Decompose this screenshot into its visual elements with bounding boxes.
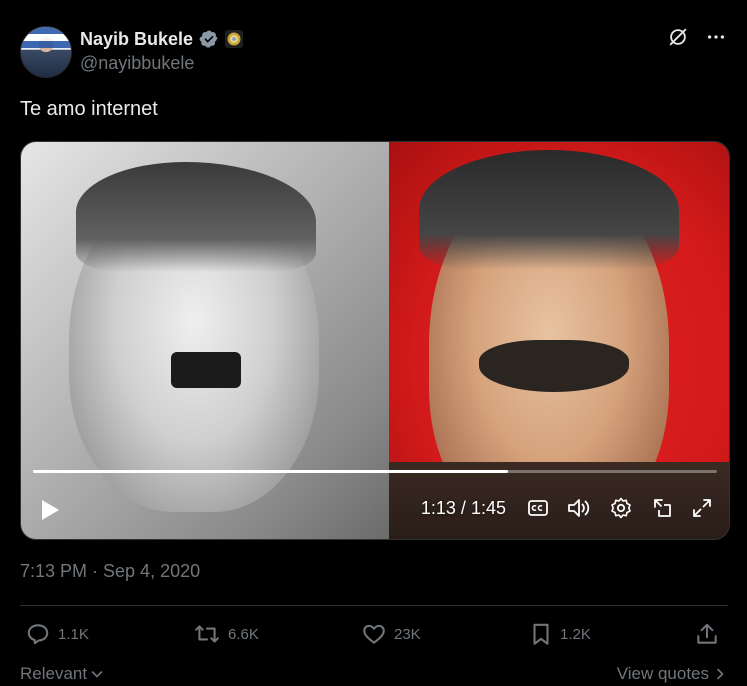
verified-badge-icon — [199, 30, 218, 48]
like-count: 23K — [394, 625, 421, 643]
video-player[interactable]: 1:13 / 1:45 — [20, 141, 730, 540]
author-handle[interactable]: @nayibbukele — [80, 53, 194, 74]
grok-icon[interactable] — [667, 26, 689, 48]
chevron-right-icon — [717, 668, 724, 680]
author-name[interactable]: Nayib Bukele — [80, 29, 193, 50]
volume-icon[interactable] — [566, 497, 592, 519]
author-name-row: Nayib Bukele — [80, 28, 244, 50]
video-progress-fill — [33, 470, 509, 473]
video-duration: 1:45 — [470, 497, 506, 518]
play-icon[interactable] — [39, 498, 61, 522]
tweet-text: Te amo internet — [20, 98, 158, 120]
reply-sort-dropdown[interactable]: Relevant — [20, 664, 104, 684]
bookmark-count: 1.2K — [560, 625, 591, 643]
repost-icon — [195, 625, 219, 643]
video-current-time: 1:13 — [420, 497, 456, 518]
author-avatar[interactable] — [20, 26, 72, 78]
fullscreen-icon[interactable] — [691, 497, 713, 519]
settings-icon[interactable] — [609, 496, 633, 520]
video-controls: 1:13 / 1:45 — [421, 496, 713, 520]
repost-button[interactable]: 6.6K — [192, 621, 259, 647]
tweet-timestamp[interactable]: 7:13 PM · Sep 4, 2020 — [20, 561, 200, 582]
reply-count: 1.1K — [58, 625, 89, 643]
pop-out-icon[interactable] — [650, 496, 674, 520]
chevron-down-icon — [91, 671, 103, 678]
tweet-action-bar: 1.1K 6.6K 23K 1.2K — [20, 621, 728, 651]
share-button[interactable] — [694, 621, 720, 647]
view-quotes-label: View quotes — [616, 664, 709, 683]
share-icon — [697, 623, 717, 644]
like-icon — [363, 624, 385, 644]
view-quotes-link[interactable]: View quotes — [617, 664, 725, 684]
video-time: 1:13 / 1:45 — [421, 498, 506, 519]
captions-icon[interactable] — [527, 498, 549, 518]
bookmark-button[interactable]: 1.2K — [528, 621, 591, 647]
more-icon[interactable] — [705, 26, 727, 48]
repost-count: 6.6K — [228, 625, 259, 643]
divider — [20, 605, 728, 606]
video-time-separator: / — [460, 497, 466, 518]
reply-button[interactable]: 1.1K — [24, 621, 89, 647]
like-button[interactable]: 23K — [360, 621, 421, 647]
reply-sort-label: Relevant — [20, 664, 88, 683]
bookmark-icon — [533, 623, 549, 645]
video-progress-bar[interactable] — [33, 470, 717, 473]
reply-icon — [27, 624, 49, 645]
tweet-top-actions — [667, 26, 727, 48]
government-badge-icon[interactable] — [225, 30, 244, 48]
